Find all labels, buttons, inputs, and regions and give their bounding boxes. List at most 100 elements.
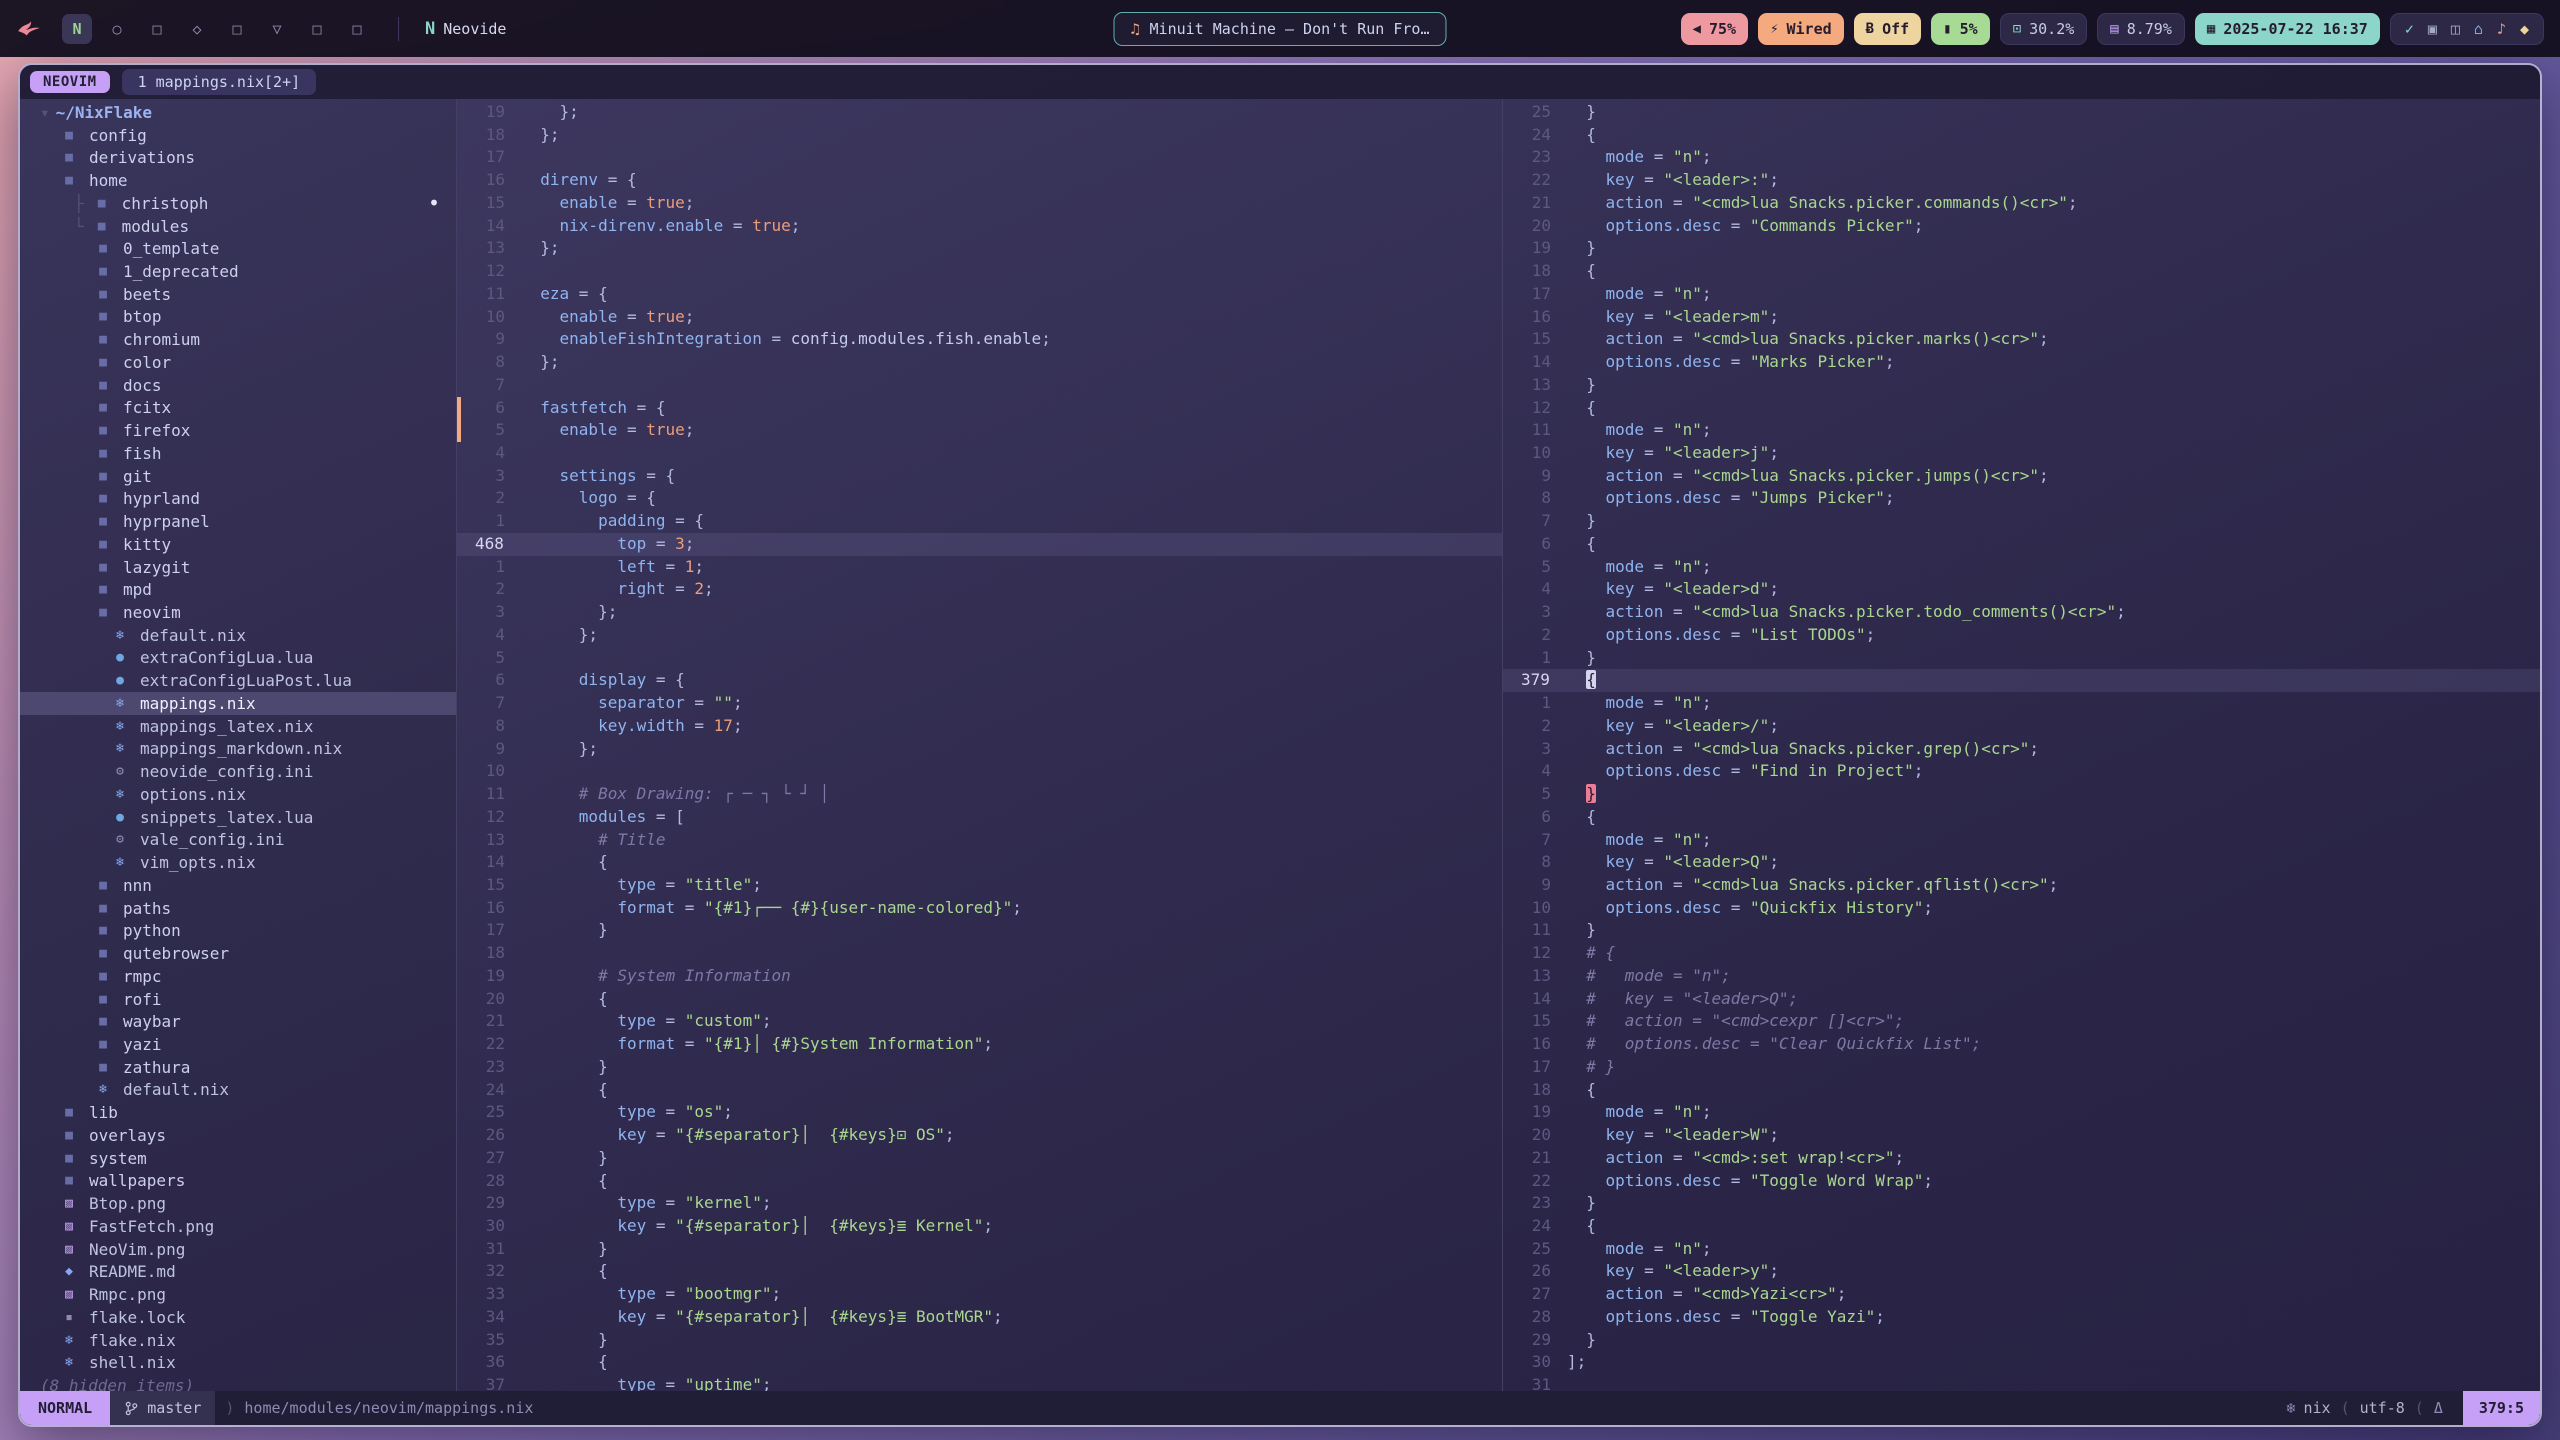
code-line[interactable]: 1 left = 1;	[457, 556, 1502, 579]
code-line[interactable]: 31 }	[457, 1238, 1502, 1261]
code-line[interactable]: 2 logo = {	[457, 487, 1502, 510]
code-line[interactable]: 23 }	[457, 1056, 1502, 1079]
tree-item-fish[interactable]: ■fish	[20, 442, 456, 465]
tree-item-christoph[interactable]: ├■christoph•	[20, 192, 456, 215]
code-line[interactable]: 3 action = "<cmd>lua Snacks.picker.todo_…	[1503, 601, 2540, 624]
code-line[interactable]: 16 direnv = {	[457, 169, 1502, 192]
code-line[interactable]: 22 key = "<leader>:";	[1503, 169, 2540, 192]
code-line[interactable]: 18 {	[1503, 260, 2540, 283]
code-line[interactable]: 26 key = "{#separator}│ {#keys}⊡ OS";	[457, 1124, 1502, 1147]
code-line[interactable]: 1 padding = {	[457, 510, 1502, 533]
code-line[interactable]: 7 }	[1503, 510, 2540, 533]
code-line[interactable]: 25 mode = "n";	[1503, 1238, 2540, 1261]
tree-item-rmpc[interactable]: ■rmpc	[20, 965, 456, 988]
code-line[interactable]: 28 options.desc = "Toggle Yazi";	[1503, 1306, 2540, 1329]
tree-item-fcitx[interactable]: ■fcitx	[20, 397, 456, 420]
tree-item-beets[interactable]: ■beets	[20, 283, 456, 306]
tree-item-0_template[interactable]: ■0_template	[20, 237, 456, 260]
tree-item-firefox[interactable]: ■firefox	[20, 419, 456, 442]
code-line[interactable]: 6 {	[1503, 533, 2540, 556]
code-line[interactable]: 19 # System Information	[457, 965, 1502, 988]
code-line[interactable]: 12	[457, 260, 1502, 283]
tree-item-home[interactable]: ■home	[20, 169, 456, 192]
code-line[interactable]: 34 key = "{#separator}│ {#keys}≣ BootMGR…	[457, 1306, 1502, 1329]
code-line[interactable]: 32 {	[457, 1260, 1502, 1283]
workspace-active[interactable]: N	[62, 14, 92, 44]
git-branch[interactable]: master	[110, 1391, 215, 1425]
code-line[interactable]: 25 type = "os";	[457, 1101, 1502, 1124]
code-line[interactable]: 1 }	[1503, 647, 2540, 670]
tree-item-snippets_latex.lua[interactable]: ●snippets_latex.lua	[20, 806, 456, 829]
tree-item-kitty[interactable]: ■kitty	[20, 533, 456, 556]
tree-item-overlays[interactable]: ■overlays	[20, 1124, 456, 1147]
code-line[interactable]: 4 key = "<leader>d";	[1503, 578, 2540, 601]
tree-item-docs[interactable]: ■docs	[20, 374, 456, 397]
tree-item-python[interactable]: ■python	[20, 919, 456, 942]
active-app-title[interactable]: N Neovide	[425, 19, 506, 39]
code-line[interactable]: 15 enable = true;	[457, 192, 1502, 215]
code-line[interactable]: 8 key.width = 17;	[457, 715, 1502, 738]
bar-module-clock[interactable]: ▦2025-07-22 16:37	[2195, 13, 2380, 45]
code-line[interactable]: 17 mode = "n";	[1503, 283, 2540, 306]
tree-item-mappings.nix[interactable]: ❄mappings.nix	[20, 692, 456, 715]
code-line[interactable]: 30 key = "{#separator}│ {#keys}≣ Kernel"…	[457, 1215, 1502, 1238]
tree-item-Btop.png[interactable]: ▨Btop.png	[20, 1192, 456, 1215]
code-line[interactable]: 13 };	[457, 237, 1502, 260]
tree-item-color[interactable]: ■color	[20, 351, 456, 374]
tree-item-Rmpc.png[interactable]: ▨Rmpc.png	[20, 1283, 456, 1306]
code-line[interactable]: 24 {	[1503, 124, 2540, 147]
tree-item-zathura[interactable]: ■zathura	[20, 1056, 456, 1079]
code-line[interactable]: 18 };	[457, 124, 1502, 147]
encoding-label[interactable]: utf-8	[2360, 1399, 2405, 1417]
code-line[interactable]: 20 options.desc = "Commands Picker";	[1503, 215, 2540, 238]
code-line[interactable]: 36 {	[457, 1351, 1502, 1374]
workspace-icon[interactable]: □	[142, 14, 172, 44]
code-line[interactable]: 15 type = "title";	[457, 874, 1502, 897]
code-line[interactable]: 7 mode = "n";	[1503, 829, 2540, 852]
tree-item-nnn[interactable]: ■nnn	[20, 874, 456, 897]
code-line[interactable]: 5 }	[1503, 783, 2540, 806]
code-line[interactable]: 3 settings = {	[457, 465, 1502, 488]
workspace-icon[interactable]: □	[302, 14, 332, 44]
home-icon[interactable]: ⌂	[2474, 20, 2483, 38]
code-line[interactable]: 10 key = "<leader>j";	[1503, 442, 2540, 465]
tree-item-default.nix[interactable]: ❄default.nix	[20, 1079, 456, 1102]
tree-item-neovim[interactable]: ■neovim	[20, 601, 456, 624]
workspace-icon[interactable]: ▽	[262, 14, 292, 44]
code-line[interactable]: 29 }	[1503, 1329, 2540, 1352]
tree-item-lib[interactable]: ■lib	[20, 1101, 456, 1124]
tree-item-chromium[interactable]: ■chromium	[20, 328, 456, 351]
code-line[interactable]: 9 };	[457, 738, 1502, 761]
code-line[interactable]: 30];	[1503, 1351, 2540, 1374]
code-line[interactable]: 37 type = "uptime";	[457, 1374, 1502, 1391]
code-line[interactable]: 7	[457, 374, 1502, 397]
code-line[interactable]: 8 };	[457, 351, 1502, 374]
workspace-icon[interactable]: □	[222, 14, 252, 44]
tree-item-git[interactable]: ■git	[20, 465, 456, 488]
tree-item-NixFlake[interactable]: ▾~/NixFlake	[20, 101, 456, 124]
code-line[interactable]: 14 options.desc = "Marks Picker";	[1503, 351, 2540, 374]
tree-item-paths[interactable]: ■paths	[20, 897, 456, 920]
tree-item-modules[interactable]: └■modules	[20, 215, 456, 238]
code-line[interactable]: 19 mode = "n";	[1503, 1101, 2540, 1124]
code-line[interactable]: 17 }	[457, 919, 1502, 942]
code-line[interactable]: 4 options.desc = "Find in Project";	[1503, 760, 2540, 783]
code-line[interactable]: 15 # action = "<cmd>cexpr []<cr>";	[1503, 1010, 2540, 1033]
tree-item-mappings_markdown.nix[interactable]: ❄mappings_markdown.nix	[20, 738, 456, 761]
tree-item-vale_config.ini[interactable]: ⚙vale_config.ini	[20, 829, 456, 852]
code-line[interactable]: 10 enable = true;	[457, 306, 1502, 329]
code-line[interactable]: 8 key = "<leader>Q";	[1503, 851, 2540, 874]
tree-item-options.nix[interactable]: ❄options.nix	[20, 783, 456, 806]
code-line[interactable]: 5 mode = "n";	[1503, 556, 2540, 579]
code-line[interactable]: 379 {	[1503, 669, 2540, 692]
code-line[interactable]: 20 key = "<leader>W";	[1503, 1124, 2540, 1147]
tree-item-wallpapers[interactable]: ■wallpapers	[20, 1170, 456, 1193]
code-line[interactable]: 9 action = "<cmd>lua Snacks.picker.qflis…	[1503, 874, 2540, 897]
code-line[interactable]: 3 };	[457, 601, 1502, 624]
check-icon[interactable]: ✓	[2405, 20, 2414, 38]
launcher-bird-icon[interactable]	[16, 16, 42, 42]
code-line[interactable]: 12 modules = [	[457, 806, 1502, 829]
code-line[interactable]: 12 # {	[1503, 942, 2540, 965]
code-line[interactable]: 25 }	[1503, 101, 2540, 124]
code-line[interactable]: 14 {	[457, 851, 1502, 874]
